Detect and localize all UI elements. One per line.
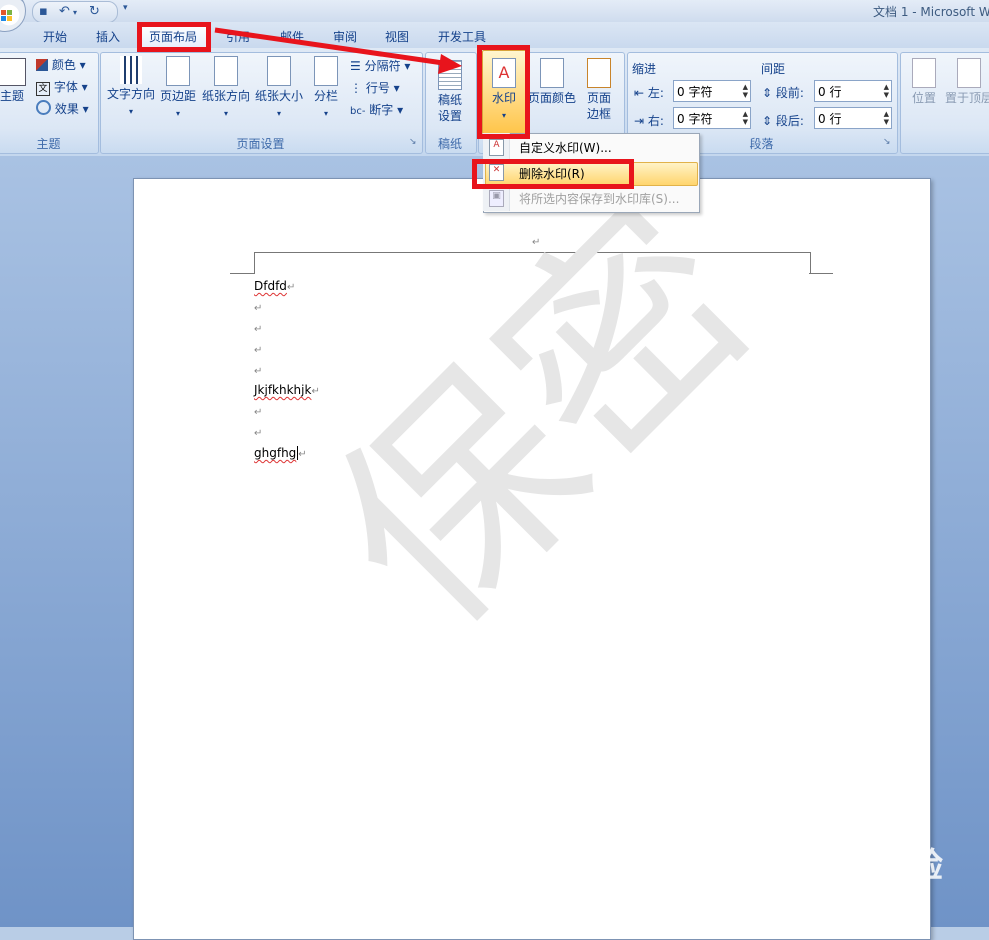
baidu-jingyan-url: jingyan.baidu.com bbox=[762, 880, 901, 898]
annotation-arrow bbox=[214, 27, 462, 74]
office-logo-icon bbox=[1, 10, 12, 21]
